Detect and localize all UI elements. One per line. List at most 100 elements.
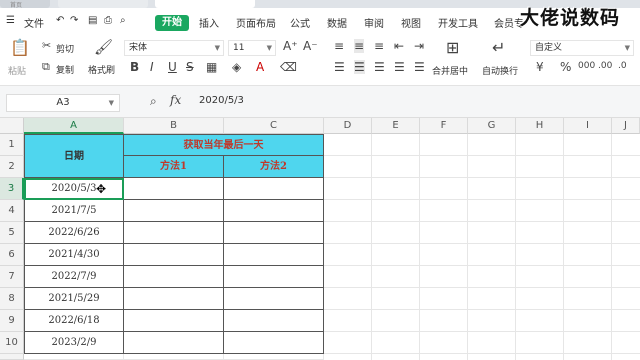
method2-cell-c9[interactable] [224, 310, 324, 332]
row-header-8[interactable]: 8 [0, 288, 24, 310]
row-header-7[interactable]: 7 [0, 266, 24, 288]
date-cell-a6[interactable]: 2021/4/30 [24, 244, 124, 266]
header-method1-cell[interactable]: 方法1 [124, 156, 224, 178]
cell-a11[interactable] [24, 354, 124, 360]
borders-icon[interactable]: ▦ [206, 60, 217, 74]
row-header-4[interactable]: 4 [0, 200, 24, 222]
method2-cell-c3[interactable] [224, 178, 324, 200]
column-header-b[interactable]: B [124, 118, 224, 134]
row-header-6[interactable]: 6 [0, 244, 24, 266]
method1-cell-b9[interactable] [124, 310, 224, 332]
method2-cell-c4[interactable] [224, 200, 324, 222]
method2-cell-c6[interactable] [224, 244, 324, 266]
header-method2-cell[interactable]: 方法2 [224, 156, 324, 178]
column-header-f[interactable]: F [420, 118, 468, 134]
method2-cell-c10[interactable] [224, 332, 324, 354]
empty-cells-area[interactable] [324, 134, 640, 360]
format-painter-button[interactable]: 格式刷 [88, 63, 115, 76]
row-header-11[interactable] [0, 354, 24, 360]
row-header-9[interactable]: 9 [0, 310, 24, 332]
header-date-cell[interactable]: 日期 [24, 134, 124, 178]
distributed-icon[interactable]: ☰ [414, 60, 425, 74]
paste-label[interactable]: 粘贴 [8, 64, 26, 77]
percent-icon[interactable]: % [560, 60, 571, 74]
date-cell-a3[interactable]: 2020/5/3 [24, 178, 124, 200]
method1-cell-b10[interactable] [124, 332, 224, 354]
header-title-cell[interactable]: 获取当年最后一天 [124, 134, 324, 156]
italic-button[interactable]: I [150, 60, 154, 74]
align-center-icon[interactable]: ☰ [354, 60, 365, 74]
bold-button[interactable]: B [130, 60, 139, 74]
strikethrough-icon[interactable]: S̶ [186, 60, 194, 74]
cell-b11[interactable] [124, 354, 224, 360]
method1-cell-b8[interactable] [124, 288, 224, 310]
tab-home[interactable]: 首页 [0, 0, 50, 8]
align-right-icon[interactable]: ☰ [374, 60, 385, 74]
clear-format-icon[interactable]: ⌫ [280, 60, 297, 74]
print-icon[interactable]: ⎙ [104, 15, 112, 26]
date-cell-a7[interactable]: 2022/7/9 [24, 266, 124, 288]
row-header-5[interactable]: 5 [0, 222, 24, 244]
method1-cell-b7[interactable] [124, 266, 224, 288]
menu-formulas[interactable]: 公式 [290, 15, 310, 30]
merge-center-button[interactable]: 合并居中 [432, 64, 468, 77]
date-cell-a8[interactable]: 2021/5/29 [24, 288, 124, 310]
preview-icon[interactable]: ⌕ [120, 15, 126, 26]
font-color-icon[interactable]: A [256, 60, 264, 74]
row-header-10[interactable]: 10 [0, 332, 24, 354]
align-top-icon[interactable]: ≡ [334, 39, 344, 53]
format-painter-icon[interactable]: 🖌 [94, 38, 113, 56]
fill-color-icon[interactable]: ◈ [232, 60, 241, 74]
currency-icon[interactable]: ¥ [536, 60, 544, 74]
name-box[interactable]: A3 ▼ [6, 94, 120, 112]
column-header-d[interactable]: D [324, 118, 372, 134]
align-left-icon[interactable]: ☰ [334, 60, 345, 74]
method1-cell-b4[interactable] [124, 200, 224, 222]
menu-view[interactable]: 视图 [401, 15, 421, 30]
font-size-select[interactable]: 11 ▼ [228, 40, 276, 56]
column-header-a[interactable]: A [24, 118, 124, 134]
date-cell-a5[interactable]: 2022/6/26 [24, 222, 124, 244]
align-bottom-icon[interactable]: ≡ [374, 39, 384, 53]
method2-cell-c8[interactable] [224, 288, 324, 310]
menu-review[interactable]: 审阅 [364, 15, 384, 30]
copy-button[interactable]: 复制 [56, 63, 74, 76]
decrease-decimal-icon[interactable]: .0 [618, 61, 627, 71]
number-format-select[interactable]: 自定义 ▼ [530, 40, 634, 56]
wrap-text-button[interactable]: 自动换行 [482, 64, 518, 77]
wrap-text-icon[interactable]: ↵ [492, 38, 505, 57]
select-all-corner[interactable] [0, 118, 24, 134]
date-cell-a10[interactable]: 2023/2/9 [24, 332, 124, 354]
font-name-select[interactable]: 宋体 ▼ [124, 40, 224, 56]
method1-cell-b6[interactable] [124, 244, 224, 266]
zoom-icon[interactable]: ⌕ [150, 94, 157, 109]
cut-icon[interactable]: ✂ [42, 39, 51, 52]
menu-icon[interactable]: ☰ [6, 15, 15, 26]
menu-page-layout[interactable]: 页面布局 [236, 15, 276, 30]
column-header-g[interactable]: G [468, 118, 516, 134]
column-header-h[interactable]: H [516, 118, 564, 134]
column-header-i[interactable]: I [564, 118, 612, 134]
row-header-3[interactable]: 3 [0, 178, 24, 200]
column-header-c[interactable]: C [224, 118, 324, 134]
method2-cell-c7[interactable] [224, 266, 324, 288]
date-cell-a4[interactable]: 2021/7/5 [24, 200, 124, 222]
undo-icon[interactable]: ↶ [56, 15, 64, 26]
justify-icon[interactable]: ☰ [394, 60, 405, 74]
cell-c11[interactable] [224, 354, 324, 360]
cut-button[interactable]: 剪切 [56, 42, 74, 55]
paste-icon[interactable]: 📋 [10, 38, 30, 57]
method1-cell-b5[interactable] [124, 222, 224, 244]
method2-cell-c5[interactable] [224, 222, 324, 244]
copy-icon[interactable]: ⧉ [42, 60, 50, 74]
menu-home[interactable]: 开始 [155, 15, 189, 31]
formula-input[interactable]: 2020/5/3 [199, 95, 244, 106]
underline-button[interactable]: U [168, 60, 177, 74]
row-header-2[interactable]: 2 [0, 156, 24, 178]
indent-decrease-icon[interactable]: ⇤ [394, 39, 404, 53]
font-shrink-icon[interactable]: A⁻ [303, 39, 318, 53]
menu-file[interactable]: 文件 [24, 15, 44, 30]
row-header-1[interactable]: 1 [0, 134, 24, 156]
menu-insert[interactable]: 插入 [199, 15, 219, 30]
column-header-e[interactable]: E [372, 118, 420, 134]
